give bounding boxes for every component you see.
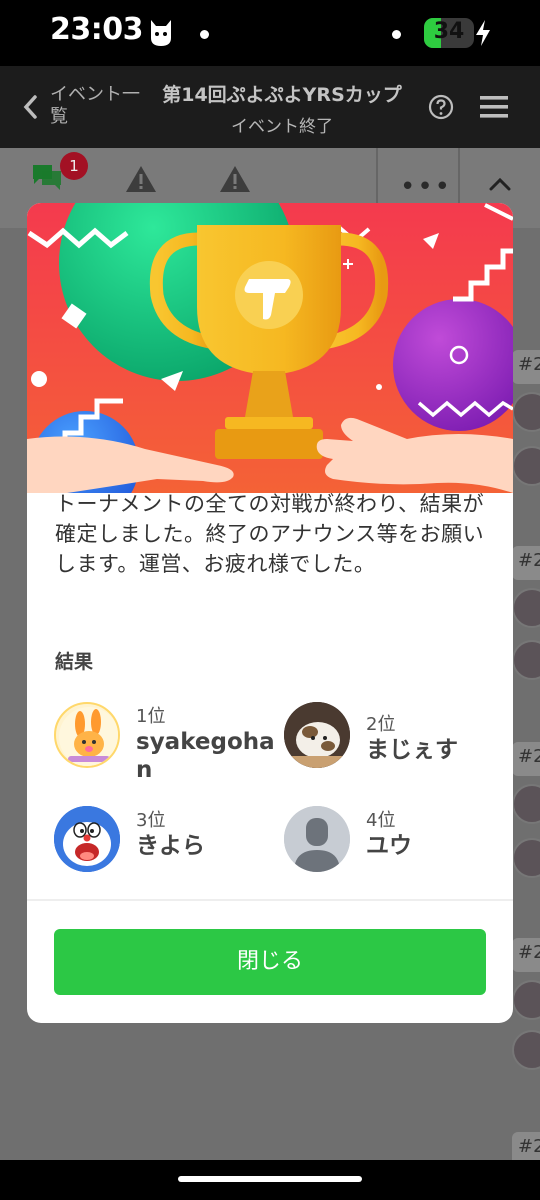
page-title: 第14回ぷよぷよYRSカップ [162,84,402,106]
player-name: ユウ [366,833,412,859]
avatar [284,702,350,768]
status-dot [392,30,401,39]
status-time: 23:03 [50,12,144,47]
battery-percent: 34 [433,19,465,44]
app-header: イベント一覧 第14回ぷよぷよYRSカップ イベント終了 [0,66,540,148]
chat-icon[interactable] [30,162,64,196]
charging-bolt-icon [474,18,492,52]
help-icon[interactable] [428,94,454,124]
status-bar: 23:03 34 [0,0,540,66]
player-name: syakegohan [136,729,275,783]
rank-label: 4位 [366,810,396,831]
completion-message: トーナメントの全ての対戦が終わり、結果が確定しました。終了のアナウンス等をお願い… [55,492,485,576]
back-chevron-icon[interactable] [22,94,38,124]
home-indicator[interactable] [178,1176,362,1182]
status-dot [200,30,209,39]
hamburger-menu-icon[interactable] [480,96,508,122]
background-tag: #2 [512,546,540,580]
notification-cat-icon [148,18,174,52]
avatar [54,702,120,768]
chevron-up-icon[interactable] [488,176,512,196]
background-tag: #2 [512,742,540,776]
player-name: まじぇす [366,737,458,763]
battery-icon: 34 [424,18,474,48]
rank-label: 1位 [136,706,166,727]
warning-icon[interactable] [124,164,158,198]
player-name: きよら [136,833,205,859]
page-subtitle: イベント終了 [231,117,333,137]
navigation-bar [0,1160,540,1200]
default-avatar-icon [284,806,350,872]
rank-label: 3位 [136,810,166,831]
results-heading: 結果 [55,651,94,673]
warning-icon[interactable] [218,164,252,198]
more-icon[interactable]: ••• [400,172,452,202]
chat-unread-badge: 1 [60,152,88,180]
back-link[interactable]: イベント一覧 [50,84,150,128]
background-tag: #2 [512,350,540,384]
avatar [54,806,120,872]
background-tag: #2 [512,938,540,972]
trophy-banner-illustration [27,203,513,493]
dialog-divider [27,899,513,901]
tournament-complete-dialog: トーナメントの全ての対戦が終わり、結果が確定しました。終了のアナウンス等をお願い… [27,203,513,1023]
close-button[interactable]: 閉じる [54,929,486,995]
rank-label: 2位 [366,714,396,735]
